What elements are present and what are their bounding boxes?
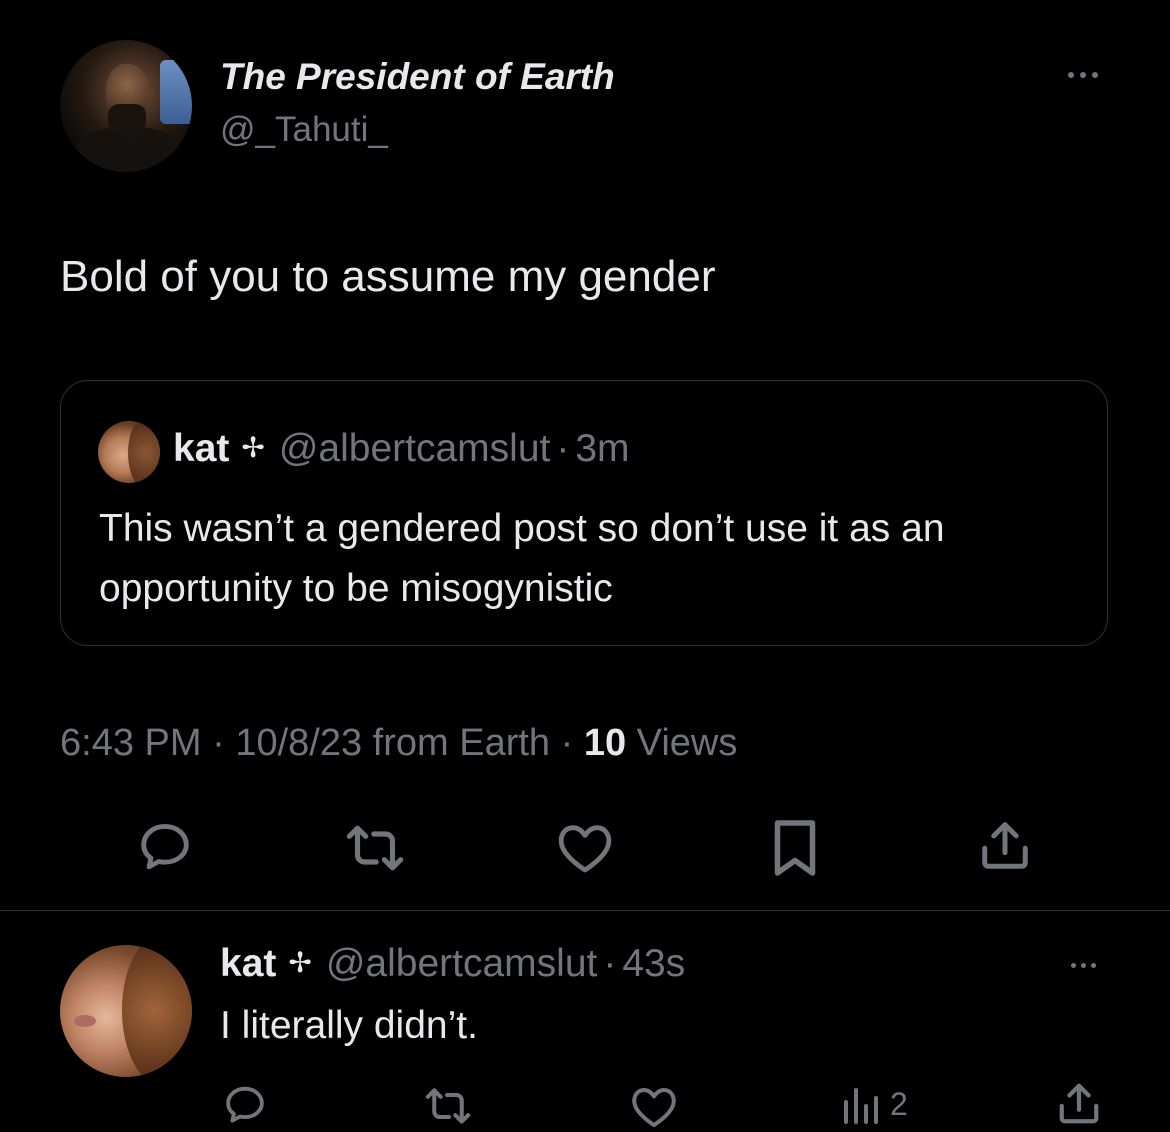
quoted-author-handle[interactable]: @albertcamslut — [279, 427, 551, 471]
avatar-hair-detail — [122, 945, 192, 1077]
reply-author-handle[interactable]: @albertcamslut — [326, 942, 598, 986]
avatar-beard-detail — [108, 104, 146, 138]
cross-icon: ✢ — [288, 947, 312, 978]
reply-reply-button[interactable] — [222, 1082, 268, 1128]
retweet-icon — [346, 825, 404, 871]
more-options-button[interactable] — [1058, 60, 1108, 90]
reply-time[interactable]: 43s — [622, 942, 685, 986]
reply-button[interactable] — [135, 818, 195, 876]
author-handle[interactable]: @_Tahuti_ — [220, 110, 388, 150]
more-dot-icon — [1090, 962, 1096, 968]
retweet-icon — [425, 1088, 471, 1124]
more-dot-icon — [1080, 72, 1086, 78]
cross-icon: ✢ — [241, 432, 265, 463]
reply-share-button[interactable] — [1056, 1080, 1102, 1128]
quoted-tweet-time[interactable]: 3m — [575, 427, 629, 471]
retweet-button[interactable] — [340, 820, 410, 876]
share-button[interactable] — [978, 818, 1032, 874]
reply-text: I literally didn’t. — [220, 1004, 478, 1047]
separator-dot: · — [201, 722, 236, 764]
more-dot-icon — [1080, 962, 1086, 968]
quoted-tweet-header: kat ✢ @albertcamslut · 3m — [173, 427, 630, 471]
quoted-author-avatar[interactable] — [98, 421, 160, 483]
like-icon — [558, 825, 612, 873]
tweet-source: from Earth — [362, 722, 551, 764]
tweet-date[interactable]: 10/8/23 — [235, 722, 362, 764]
bookmark-icon — [774, 820, 816, 876]
tweet-divider — [0, 910, 1170, 911]
share-icon — [1059, 1083, 1099, 1124]
reply-views-count: 2 — [890, 1085, 908, 1122]
separator-dot: · — [550, 722, 584, 764]
share-icon — [982, 822, 1028, 869]
avatar-hair-detail — [128, 421, 160, 483]
quoted-author-name[interactable]: kat — [173, 427, 229, 471]
tweet-meta-line: 6:43 PM · 10/8/23 from Earth · 10 Views — [60, 722, 737, 765]
like-button[interactable] — [556, 820, 614, 874]
views-label[interactable]: Views — [626, 722, 738, 764]
author-display-name[interactable]: The President of Earth — [220, 56, 615, 98]
reply-like-button[interactable] — [630, 1084, 678, 1128]
analytics-icon — [844, 1088, 878, 1124]
avatar-sky-detail — [160, 60, 192, 124]
like-icon — [632, 1088, 676, 1127]
reply-icon — [141, 824, 189, 870]
avatar-lips-detail — [74, 1015, 96, 1027]
main-tweet-avatar[interactable] — [60, 40, 192, 172]
reply-header: kat ✢ @albertcamslut · 43s — [220, 942, 685, 986]
separator-dot: · — [603, 942, 617, 985]
more-dot-icon — [1070, 962, 1076, 968]
reply-views-button[interactable]: 2 — [840, 1084, 908, 1124]
views-count[interactable]: 10 — [584, 722, 626, 764]
tweet-time[interactable]: 6:43 PM — [60, 722, 202, 764]
more-dot-icon — [1068, 72, 1074, 78]
more-dot-icon — [1092, 72, 1098, 78]
bookmark-button[interactable] — [772, 818, 818, 878]
reply-author-avatar[interactable] — [60, 945, 192, 1077]
tweet-text: Bold of you to assume my gender — [60, 252, 716, 301]
quoted-tweet-text: This wasn’t a gendered post so don’t use… — [99, 507, 945, 610]
reply-retweet-button[interactable] — [420, 1084, 476, 1128]
reply-icon — [226, 1086, 264, 1123]
reply-author-name[interactable]: kat — [220, 942, 276, 986]
quoted-tweet-card[interactable]: kat ✢ @albertcamslut · 3m This wasn’t a … — [60, 380, 1108, 646]
reply-more-options-button[interactable] — [1058, 952, 1108, 978]
separator-dot: · — [556, 427, 570, 470]
